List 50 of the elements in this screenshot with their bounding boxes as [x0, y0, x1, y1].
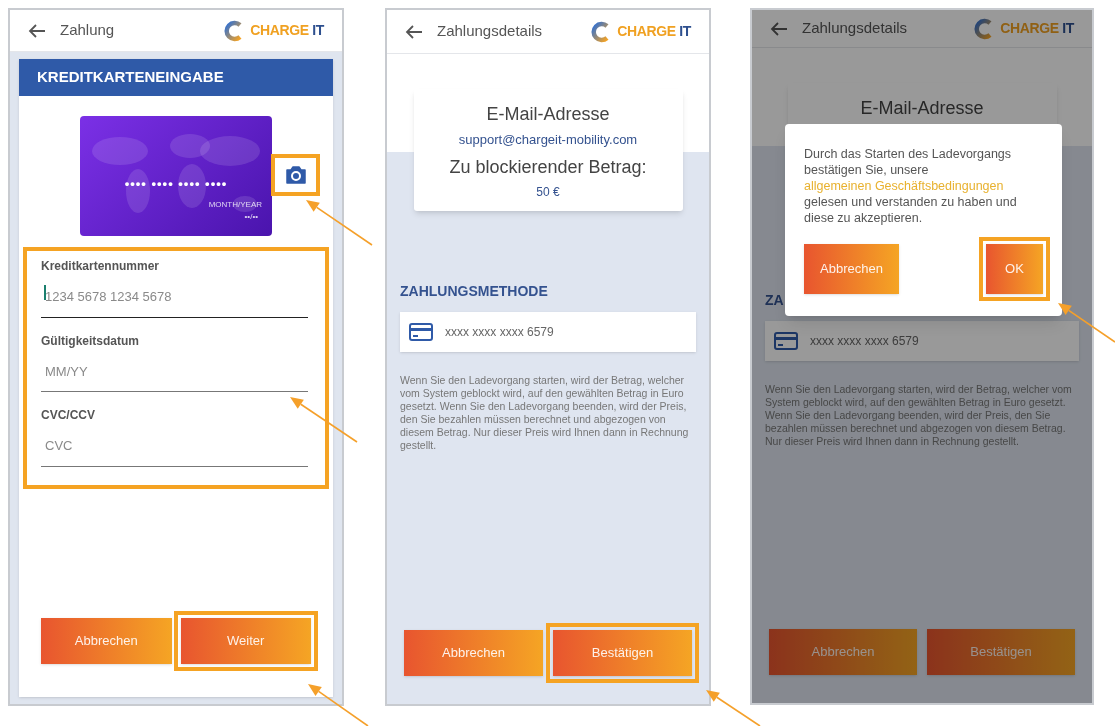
field-label: Gültigkeitsdatum — [41, 332, 140, 350]
expiry-text: ••/•• — [244, 211, 258, 223]
info-paragraph: Wenn Sie den Ladevorgang starten, wird der Betrag, welcher vom System geblockt wird, auf den gewählten Betrag in Euro gesetzt. Wenn Sie den Ladevorgang beenden, wird der Preis, den Sie bezahlen müssen berechnet und abgezogen von diesem Betrag. Nur dieser Preis wird Ihnen dann in Rechnung gestellt. — [765, 383, 1073, 448]
expiry-label: MONTH/YEAR — [208, 199, 262, 211]
amount-text: 50 € — [536, 183, 560, 201]
annotation-arrow — [706, 690, 761, 726]
screen-title: Zahlungsdetails — [802, 18, 908, 39]
annotation-arrow — [308, 684, 369, 726]
back-arrow-icon — [770, 21, 788, 36]
action-button[interactable]: Bestätigen — [927, 629, 1075, 675]
text-cursor-icon — [44, 285, 46, 300]
section-heading: ZAHLUNGSMETHODE — [400, 281, 549, 301]
payment-method-row[interactable]: xxxx xxxx xxxx 6579 — [765, 321, 1079, 361]
credit-card-icon — [774, 332, 798, 350]
action-button[interactable]: Abbrechen — [41, 618, 172, 664]
input-field[interactable]: 1234 5678 1234 5678 — [41, 287, 308, 318]
field-label: Kreditkartennummer — [41, 258, 161, 275]
logo-text: CHARGE IT — [617, 22, 691, 41]
card-number-text: xxxx xxxx xxxx 6579 — [810, 333, 919, 350]
action-button[interactable]: Abbrechen — [769, 629, 917, 675]
email-text: support@chargeit-mobility.com — [458, 131, 638, 149]
action-button[interactable]: Abbrechen — [404, 630, 543, 676]
screen-title: Zahlung — [60, 20, 115, 41]
annotation-arrow — [306, 200, 373, 246]
action-button[interactable]: Weiter — [180, 618, 311, 664]
dialog-message: Durch das Starten des Ladevorgangs bestätigen Sie, unsere allgemeinen Geschäftsbedingungen gelesen und verstanden zu haben und diese zu akzeptieren. — [804, 146, 1018, 226]
email-label: E-Mail-Adresse — [486, 103, 610, 126]
back-arrow-icon — [28, 23, 46, 38]
annotation-arrow — [1058, 303, 1115, 343]
action-button[interactable]: Abbrechen — [804, 244, 899, 294]
card-number-text: xxxx xxxx xxxx 6579 — [445, 323, 554, 341]
field-label: CVC/CCV — [41, 407, 96, 424]
action-button[interactable]: Bestätigen — [553, 630, 692, 676]
section-heading: ZA — [765, 291, 785, 310]
amount-label: Zu blockierender Betrag: — [449, 155, 647, 179]
info-paragraph: Wenn Sie den Ladevorgang starten, wird der Betrag, welcher vom System geblockt wird, auf den gewählten Betrag in Euro gesetzt. Wenn Sie den Ladevorgang beenden, wird der Preis, den Sie bezahlen müssen berechnet und abgezogen von diesem Betrag. Nur dieser Preis wird Ihnen dann in Rechnung gestellt. — [400, 373, 690, 452]
payment-method-row[interactable]: xxxx xxxx xxxx 6579 — [400, 311, 696, 352]
screen-title: Zahlungsdetails — [437, 21, 543, 42]
logo-text: CHARGE IT — [1000, 19, 1074, 38]
credit-card-icon — [409, 322, 433, 341]
panel-title: KREDITKARTENEINGABE — [19, 59, 333, 96]
action-button[interactable]: OK — [986, 244, 1043, 294]
logo-text: CHARGE IT — [250, 21, 324, 40]
input-field[interactable]: MM/YY — [41, 361, 308, 392]
email-label: E-Mail-Adresse — [860, 97, 984, 120]
back-arrow-icon — [405, 24, 423, 39]
terms-link[interactable]: allgemeinen Geschäftsbedingungen — [804, 179, 1004, 193]
camera-icon — [284, 165, 307, 185]
card-number-text: •••• •••• •••• •••• — [123, 175, 229, 193]
input-field[interactable]: CVC — [41, 436, 308, 467]
